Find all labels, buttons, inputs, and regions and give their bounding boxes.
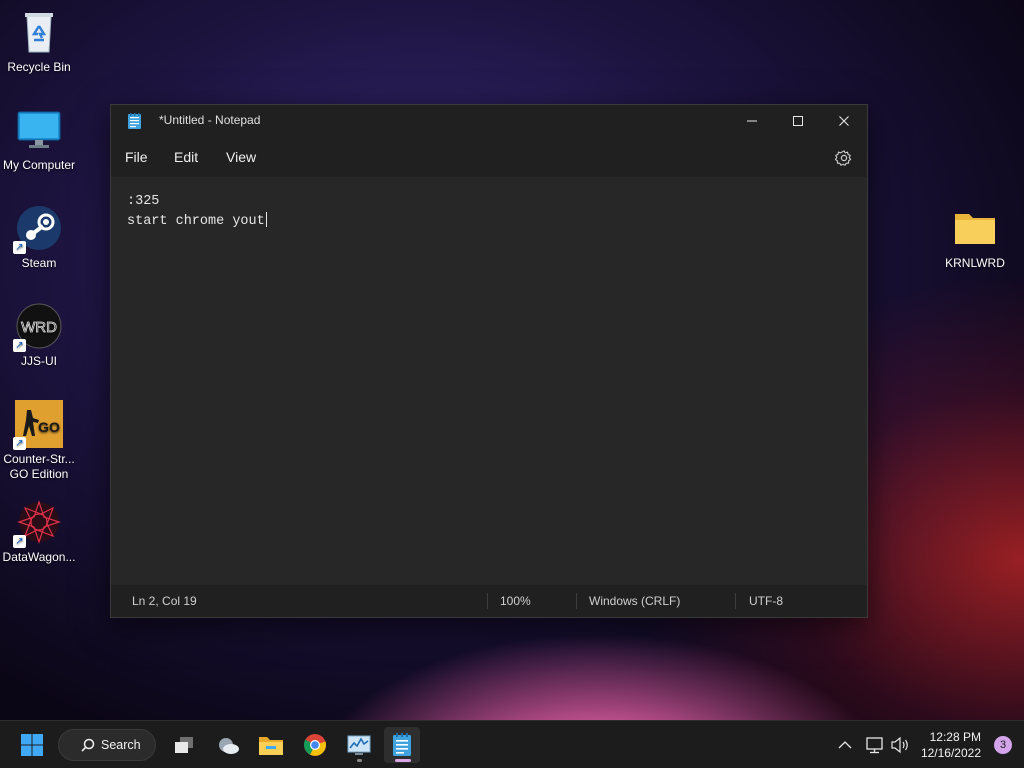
start-icon <box>21 734 43 756</box>
gear-icon <box>834 150 852 166</box>
desktop-icon-csgo[interactable]: GO ↗ Counter-Str... GO Edition <box>0 400 78 482</box>
notepad-icon <box>128 113 141 129</box>
menu-file[interactable]: File <box>125 149 148 165</box>
text-line-2: start chrome yout <box>127 212 267 229</box>
running-indicator <box>357 759 362 762</box>
network-icon <box>866 737 883 754</box>
weather-widget-button[interactable] <box>210 727 246 763</box>
status-encoding: UTF-8 <box>749 594 783 608</box>
search-label: Search <box>101 738 141 752</box>
desktop-icon-label: My Computer <box>2 158 76 172</box>
desktop-icon-steam[interactable]: ↗ Steam <box>0 204 78 271</box>
minimize-button[interactable] <box>729 105 775 137</box>
desktop-icon-jjs-ui[interactable]: WRD ↗ JJS-UI <box>0 302 78 369</box>
status-line-ending: Windows (CRLF) <box>589 594 681 608</box>
settings-button[interactable] <box>834 149 853 167</box>
desktop-icon-label: DataWagon... <box>2 550 76 564</box>
menu-bar: File Edit View <box>111 137 867 177</box>
folder-icon <box>951 204 999 252</box>
close-button[interactable] <box>821 105 867 137</box>
task-view-icon <box>175 737 193 753</box>
notification-badge[interactable]: 3 <box>994 736 1012 754</box>
desktop-icon-krnlwrd-folder[interactable]: KRNLWRD <box>936 204 1014 271</box>
desktop-icon-label-line2: GO Edition <box>9 467 69 481</box>
maximize-icon <box>793 116 803 126</box>
start-button[interactable] <box>14 727 50 763</box>
jjs-ui-art-text: WRD <box>21 319 57 336</box>
text-line-2-content: start chrome yout <box>127 214 265 229</box>
desktop-icon-label: Recycle Bin <box>7 60 71 74</box>
chevron-up-icon <box>838 741 852 749</box>
shortcut-arrow-icon: ↗ <box>13 241 26 254</box>
window-title: *Untitled - Notepad <box>159 113 261 127</box>
network-button[interactable] <box>862 727 888 763</box>
csgo-art-text: GO <box>38 419 60 435</box>
speaker-icon <box>891 736 908 754</box>
volume-button[interactable] <box>888 727 912 763</box>
file-explorer-icon <box>259 737 283 755</box>
jjs-ui-icon: WRD ↗ <box>13 302 63 352</box>
clock-date: 12/16/2022 <box>920 746 981 760</box>
chrome-button[interactable] <box>297 727 333 763</box>
csgo-icon: GO ↗ <box>13 400 63 450</box>
status-divider <box>576 593 577 609</box>
status-cursor-position: Ln 2, Col 19 <box>132 594 197 608</box>
desktop-icon-label: Steam <box>21 256 57 270</box>
task-view-button[interactable] <box>166 727 202 763</box>
chrome-icon <box>303 734 327 756</box>
text-line-1: :325 <box>127 194 160 209</box>
desktop-icon-datawagon[interactable]: ↗ DataWagon... <box>0 498 78 565</box>
maximize-button[interactable] <box>775 105 821 137</box>
status-divider <box>735 593 736 609</box>
datawagon-icon: ↗ <box>13 498 63 548</box>
notepad-icon <box>393 733 411 756</box>
status-bar: Ln 2, Col 19 100% Windows (CRLF) UTF-8 <box>111 585 867 617</box>
taskbar-search[interactable]: Search <box>58 729 156 761</box>
notepad-taskbar-button[interactable] <box>384 727 420 763</box>
task-manager-button[interactable] <box>341 727 377 763</box>
status-divider <box>487 593 488 609</box>
recycle-bin-icon <box>15 8 63 56</box>
file-explorer-button[interactable] <box>253 727 289 763</box>
title-bar[interactable]: *Untitled - Notepad <box>111 105 867 137</box>
desktop-icon-my-computer[interactable]: My Computer <box>0 106 78 173</box>
desktop-icon-label-line1: Counter-Str... <box>3 452 75 466</box>
status-zoom[interactable]: 100% <box>500 594 531 608</box>
minimize-icon <box>747 120 757 122</box>
text-caret <box>265 212 267 227</box>
task-manager-icon <box>347 735 371 755</box>
shortcut-arrow-icon: ↗ <box>13 437 26 450</box>
clock-time: 12:28 PM <box>929 730 981 744</box>
notepad-window[interactable]: *Untitled - Notepad File Edit View :325 … <box>110 104 868 618</box>
menu-edit[interactable]: Edit <box>174 149 198 165</box>
close-icon <box>839 116 849 126</box>
menu-view[interactable]: View <box>226 149 256 165</box>
shortcut-arrow-icon: ↗ <box>13 339 26 352</box>
active-indicator <box>395 759 411 762</box>
desktop-icon-label: KRNLWRD <box>945 256 1005 270</box>
shortcut-arrow-icon: ↗ <box>13 535 26 548</box>
desktop-icon-recycle-bin[interactable]: Recycle Bin <box>0 8 78 75</box>
steam-icon: ↗ <box>13 204 63 254</box>
taskbar: Search 12:28 PM 12/16/2022 3 <box>0 720 1024 768</box>
weather-icon <box>219 738 239 754</box>
desktop-icon-label: JJS-UI <box>21 354 57 368</box>
clock[interactable]: 12:28 PM 12/16/2022 <box>921 729 981 761</box>
search-icon <box>81 738 95 752</box>
monitor-icon <box>15 106 63 154</box>
show-hidden-icons-button[interactable] <box>830 727 860 763</box>
text-editor[interactable]: :325 start chrome yout <box>111 177 867 585</box>
